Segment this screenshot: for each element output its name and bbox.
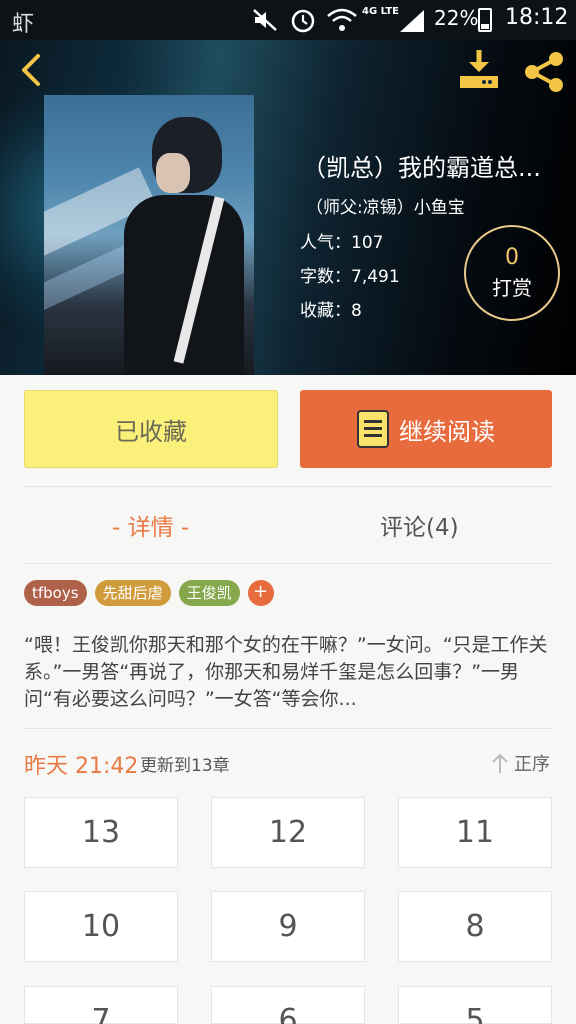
share-icon[interactable] bbox=[520, 48, 568, 96]
update-time: 昨天 21:42 bbox=[24, 754, 139, 779]
book-word-count: 字数：7,491 bbox=[300, 267, 400, 287]
continue-reading-button[interactable]: 继续阅读 bbox=[300, 390, 552, 468]
update-text: 更新到13章 bbox=[140, 756, 230, 776]
alarm-icon bbox=[291, 9, 315, 33]
chapter-button[interactable]: 6 bbox=[211, 986, 365, 1024]
book-icon bbox=[357, 410, 389, 448]
tag-chip[interactable]: 先甜后虐 bbox=[94, 580, 171, 606]
chapter-button[interactable]: 10 bbox=[24, 891, 178, 962]
chevron-left-icon[interactable] bbox=[12, 50, 52, 90]
battery-percent: 22% bbox=[434, 6, 479, 30]
book-favorites: 收藏：8 bbox=[300, 301, 362, 321]
chapter-button[interactable]: 5 bbox=[398, 986, 552, 1024]
chapter-button[interactable]: 7 bbox=[24, 986, 178, 1024]
reward-button[interactable]: 0 打赏 bbox=[464, 225, 560, 321]
tab-comments[interactable]: 评论(4) bbox=[380, 508, 459, 542]
book-author: （师父:凉锡）小鱼宝 bbox=[306, 198, 465, 218]
tag-chip[interactable]: tfboys bbox=[24, 580, 87, 606]
favorited-label: 已收藏 bbox=[115, 417, 187, 446]
divider bbox=[24, 563, 552, 564]
book-header: （凯总）我的霸道总... （师父:凉锡）小鱼宝 人气：107 字数：7,491 … bbox=[0, 40, 576, 375]
chapter-button[interactable]: 13 bbox=[24, 797, 178, 868]
sort-label: 正序 bbox=[514, 754, 550, 775]
chapter-button[interactable]: 9 bbox=[211, 891, 365, 962]
divider bbox=[24, 486, 552, 487]
cover-figure bbox=[156, 153, 190, 193]
book-cover[interactable] bbox=[44, 95, 254, 375]
download-icon[interactable] bbox=[456, 48, 502, 92]
book-description[interactable]: “喂！王俊凯你那天和那个女的在干嘛？”一女问。“只是工作关系。”一男答“再说了，… bbox=[24, 632, 552, 713]
status-app-icon: 虾 bbox=[12, 12, 35, 37]
mute-icon bbox=[253, 9, 277, 31]
divider bbox=[24, 728, 552, 729]
sort-button[interactable]: 正序 bbox=[490, 750, 550, 776]
tag-list: tfboys 先甜后虐 王俊凯 + bbox=[24, 580, 274, 606]
battery-icon bbox=[478, 8, 492, 32]
reward-count: 0 bbox=[505, 245, 519, 270]
status-time: 18:12 bbox=[505, 5, 569, 30]
arrow-up-icon bbox=[492, 753, 508, 773]
chapter-button[interactable]: 12 bbox=[211, 797, 365, 868]
book-popularity: 人气：107 bbox=[300, 233, 384, 253]
chapter-button[interactable]: 8 bbox=[398, 891, 552, 962]
book-title: （凯总）我的霸道总... bbox=[302, 154, 541, 182]
network-type: 4G LTE bbox=[362, 6, 400, 17]
wifi-icon bbox=[327, 8, 357, 31]
add-tag-button[interactable]: + bbox=[247, 580, 274, 606]
favorited-button[interactable]: 已收藏 bbox=[24, 390, 278, 468]
chapter-button[interactable]: 11 bbox=[398, 797, 552, 868]
status-bar: 虾 4G LTE 22% 18:12 bbox=[0, 0, 576, 40]
reward-label: 打赏 bbox=[492, 276, 532, 300]
tab-details[interactable]: - 详情 - bbox=[112, 508, 189, 542]
continue-reading-label: 继续阅读 bbox=[399, 417, 495, 446]
signal-icon bbox=[400, 10, 424, 32]
tag-chip[interactable]: 王俊凯 bbox=[178, 580, 240, 606]
